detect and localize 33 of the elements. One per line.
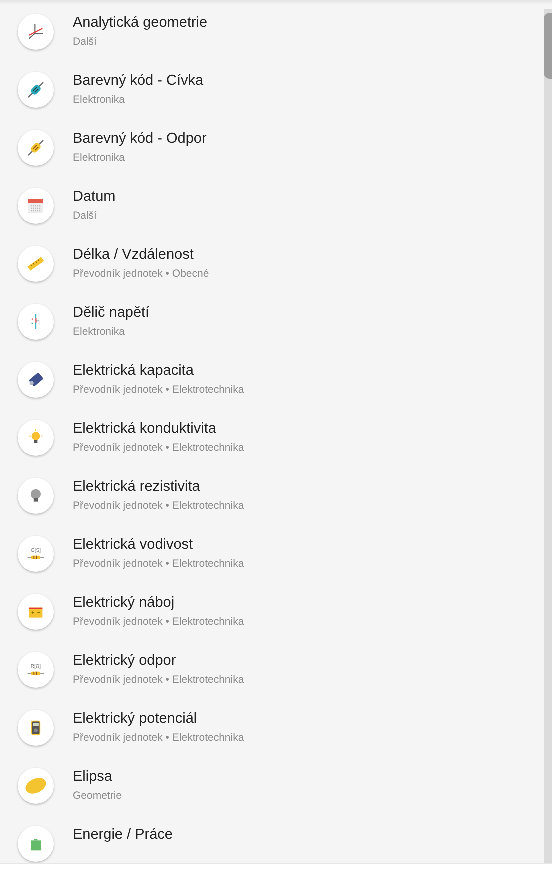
axes-icon [26,22,46,42]
inductor-icon [26,80,46,100]
item-title[interactable]: Elektrická konduktivita [73,420,244,438]
item-category: Elektronika [73,325,126,339]
item-title[interactable]: Elektrický potenciál [73,710,244,728]
item-title[interactable]: Elektrický odpor [73,652,244,670]
item-title[interactable]: Energie / Práce [73,826,173,844]
item-category: Převodník jednotek • Elektrotechnika [73,673,244,687]
item-category: Elektronika [73,151,126,165]
scrollbar-thumb[interactable] [544,13,552,79]
item-title[interactable]: Barevný kód - Cívka [73,72,204,90]
item-category: Geometrie [73,789,122,803]
item-title[interactable]: Elektrická vodivost [73,536,244,554]
item-title[interactable]: Délka / Vzdálenost [73,246,210,264]
item-category: Převodník jednotek • Elektrotechnika [73,731,244,745]
item-title[interactable]: Datum [73,188,116,206]
item-title[interactable]: Barevný kód - Odpor [73,130,207,148]
resistor-icon [26,138,46,158]
item-title[interactable]: Elektrická rezistivita [73,478,244,496]
item-title[interactable]: Analytická geometrie [73,14,208,32]
item-category: Převodník jednotek • Elektrotechnika [73,499,244,513]
item-title[interactable]: Dělič napětí [73,304,150,322]
item-title[interactable]: Elipsa [73,768,122,786]
item-category: Převodník jednotek • Elektrotechnika [73,441,244,455]
item-category: Další [73,209,98,223]
item-category: Další [73,35,98,49]
item-category: Převodník jednotek • Obecné [73,267,210,281]
item-title[interactable]: Elektrický náboj [73,594,244,612]
item-category: Převodník jednotek • Elektrotechnika [73,383,244,397]
item-category: Elektronika [73,93,126,107]
item-category: Převodník jednotek • Elektrotechnika [73,615,244,629]
item-category: Převodník jednotek • Elektrotechnika [73,557,244,571]
item-title[interactable]: Elektrická kapacita [73,362,244,380]
